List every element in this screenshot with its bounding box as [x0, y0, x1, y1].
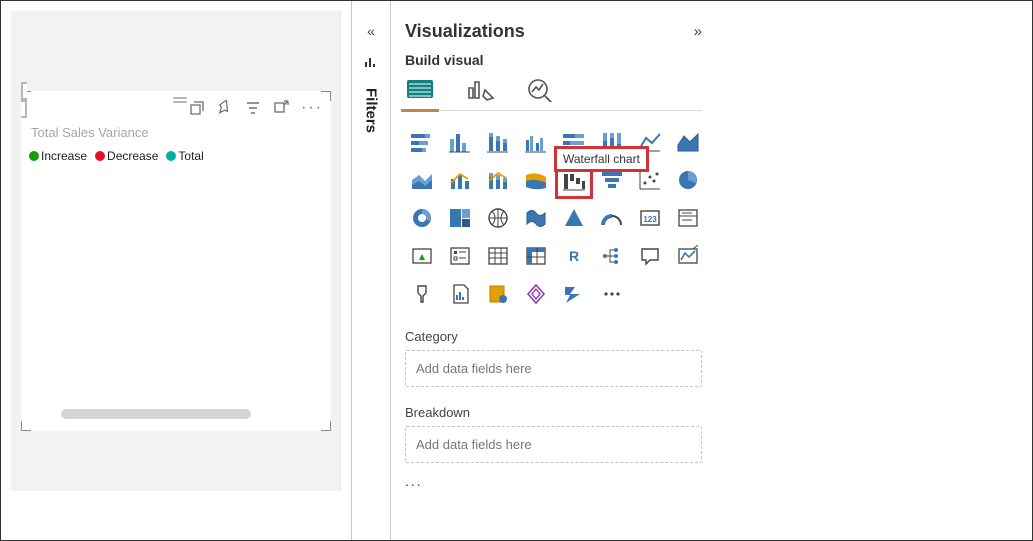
- tab-format-visual[interactable]: [465, 76, 495, 102]
- viz-key-influencers[interactable]: [405, 277, 439, 311]
- viz-map[interactable]: [481, 201, 515, 235]
- viz-card[interactable]: 123: [633, 201, 667, 235]
- viz-slicer[interactable]: [443, 239, 477, 273]
- legend-swatch-increase: [29, 151, 39, 161]
- viz-filled-map[interactable]: [519, 201, 553, 235]
- svg-text:123: 123: [643, 215, 657, 224]
- viz-decomposition-tree[interactable]: [595, 239, 629, 273]
- visual-container[interactable]: ··· Total Sales Variance Increase Decrea…: [21, 91, 331, 431]
- viz-azure-map[interactable]: [557, 201, 591, 235]
- resize-handle-br[interactable]: [319, 419, 331, 431]
- visualizations-pane: Visualizations » Build visual: [391, 1, 716, 540]
- viz-area[interactable]: [671, 125, 705, 159]
- report-canvas[interactable]: ··· Total Sales Variance Increase Decrea…: [11, 11, 341, 491]
- tab-build-visual[interactable]: [405, 76, 435, 102]
- svg-text:R: R: [569, 248, 579, 264]
- viz-power-apps[interactable]: [519, 277, 553, 311]
- viz-narrative[interactable]: [443, 277, 477, 311]
- filter-icon[interactable]: [245, 100, 261, 116]
- visualizations-title: Visualizations: [405, 21, 525, 42]
- legend-swatch-total: [166, 151, 176, 161]
- legend-label: Decrease: [107, 149, 158, 163]
- viz-power-automate[interactable]: [557, 277, 591, 311]
- legend-item-increase: Increase: [29, 149, 87, 163]
- viz-stacked-bar[interactable]: [405, 125, 439, 159]
- viz-gauge[interactable]: [595, 201, 629, 235]
- field-well-breakdown-label: Breakdown: [405, 405, 702, 420]
- copy-icon[interactable]: [189, 100, 205, 116]
- viz-matrix[interactable]: [519, 239, 553, 273]
- legend-label: Increase: [41, 149, 87, 163]
- viz-clustered-column[interactable]: [519, 125, 553, 159]
- filters-pane-collapsed[interactable]: « Filters: [351, 1, 391, 540]
- viz-donut[interactable]: [405, 201, 439, 235]
- viz-kpi[interactable]: [405, 239, 439, 273]
- viz-table[interactable]: [481, 239, 515, 273]
- field-well-category[interactable]: Add data fields here: [405, 350, 702, 387]
- expand-filters-chevron-icon[interactable]: «: [367, 23, 375, 39]
- more-options-icon[interactable]: ···: [301, 102, 323, 114]
- filters-pane-label: Filters: [363, 88, 380, 133]
- viz-treemap[interactable]: [443, 201, 477, 235]
- viz-stacked-area[interactable]: [405, 163, 439, 197]
- viz-python-visual[interactable]: [671, 239, 705, 273]
- collapse-visualizations-chevron-icon[interactable]: »: [694, 23, 702, 40]
- field-well-category-label: Category: [405, 329, 702, 344]
- viz-line-clustered-column[interactable]: [443, 163, 477, 197]
- viz-line-stacked-column[interactable]: [481, 163, 515, 197]
- filters-pane-icon: [364, 55, 378, 72]
- horizontal-scrollbar[interactable]: [61, 409, 251, 419]
- viz-pie[interactable]: [671, 163, 705, 197]
- viz-paginated[interactable]: [481, 277, 515, 311]
- visual-legend: Increase Decrease Total: [29, 149, 204, 163]
- field-wells-more[interactable]: ...: [405, 473, 702, 489]
- pin-icon[interactable]: [217, 100, 233, 116]
- focus-mode-icon[interactable]: [273, 100, 289, 116]
- viz-multi-row-card[interactable]: [671, 201, 705, 235]
- viz-ribbon[interactable]: [519, 163, 553, 197]
- viz-clustered-bar[interactable]: [443, 125, 477, 159]
- viz-qna[interactable]: [633, 239, 667, 273]
- legend-item-decrease: Decrease: [95, 149, 158, 163]
- legend-item-total: Total: [166, 149, 203, 163]
- legend-label: Total: [178, 149, 203, 163]
- resize-handle-bl[interactable]: [21, 419, 33, 431]
- pane-mode-tabs: [405, 76, 702, 111]
- tab-analytics[interactable]: [525, 76, 555, 102]
- viz-r-visual[interactable]: R: [557, 239, 591, 273]
- viz-get-more[interactable]: [595, 277, 629, 311]
- visual-header: ···: [21, 97, 323, 119]
- tooltip-waterfall: Waterfall chart: [554, 146, 649, 172]
- field-well-breakdown[interactable]: Add data fields here: [405, 426, 702, 463]
- build-visual-label: Build visual: [405, 52, 702, 68]
- legend-swatch-decrease: [95, 151, 105, 161]
- visual-title: Total Sales Variance: [31, 125, 149, 140]
- viz-stacked-column[interactable]: [481, 125, 515, 159]
